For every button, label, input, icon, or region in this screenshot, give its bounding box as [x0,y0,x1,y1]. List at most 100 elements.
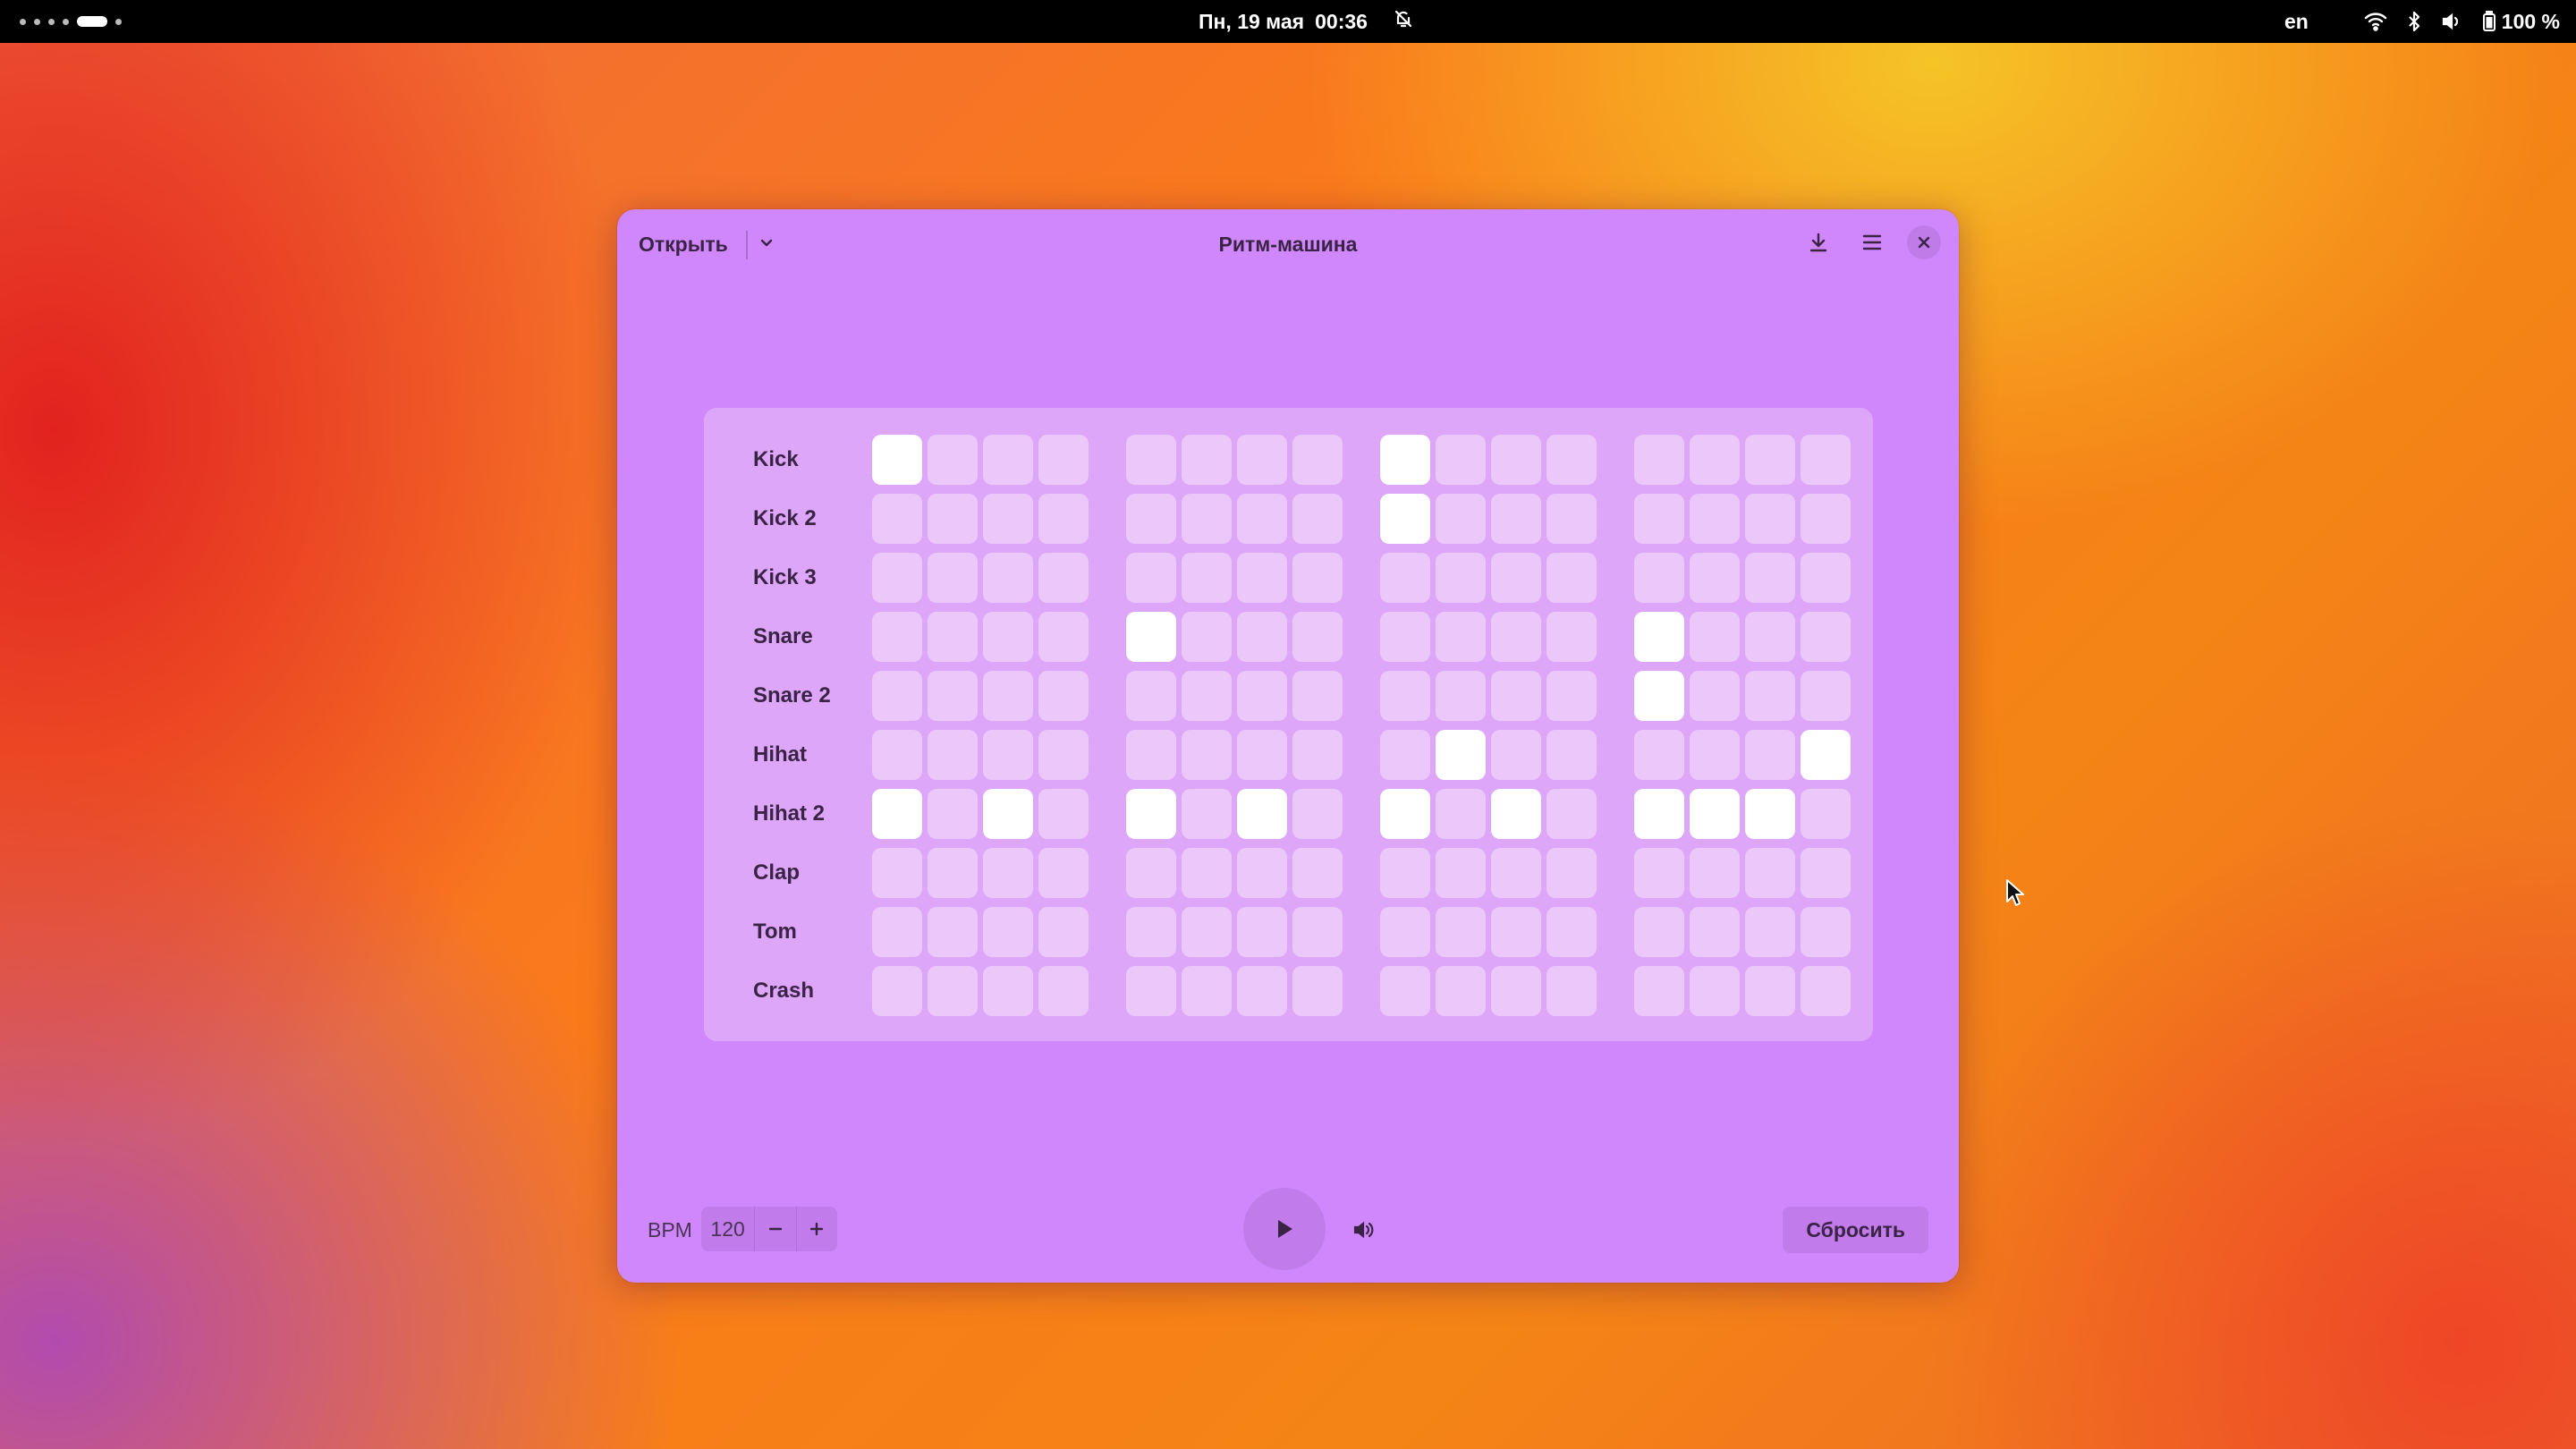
step-toggle[interactable] [1182,907,1232,957]
step-toggle[interactable] [928,494,978,544]
step-toggle[interactable] [1546,553,1597,603]
step-toggle[interactable] [1126,435,1176,485]
step-toggle[interactable] [1634,494,1684,544]
step-toggle[interactable] [872,553,922,603]
step-toggle[interactable] [1292,612,1343,662]
step-toggle[interactable] [1546,789,1597,839]
step-toggle[interactable] [1745,966,1795,1016]
step-toggle[interactable] [928,612,978,662]
step-toggle[interactable] [1491,907,1541,957]
step-toggle[interactable] [1380,848,1430,898]
step-toggle[interactable] [1292,789,1343,839]
step-toggle[interactable] [1690,612,1740,662]
step-toggle[interactable] [1292,671,1343,721]
step-toggle[interactable] [1292,435,1343,485]
step-toggle[interactable] [872,907,922,957]
step-toggle[interactable] [1634,435,1684,485]
step-toggle[interactable] [1237,435,1287,485]
download-button[interactable] [1800,224,1837,261]
step-toggle[interactable] [1380,494,1430,544]
step-toggle[interactable] [1182,671,1232,721]
step-toggle[interactable] [1380,671,1430,721]
step-toggle[interactable] [1491,730,1541,780]
step-toggle[interactable] [1801,435,1851,485]
step-toggle[interactable] [1436,966,1486,1016]
step-toggle[interactable] [1237,789,1287,839]
step-toggle[interactable] [1182,966,1232,1016]
step-toggle[interactable] [1745,612,1795,662]
step-toggle[interactable] [1380,789,1430,839]
step-toggle[interactable] [1237,612,1287,662]
step-toggle[interactable] [928,553,978,603]
step-toggle[interactable] [1690,435,1740,485]
workspace-dot[interactable] [48,18,55,25]
step-toggle[interactable] [872,966,922,1016]
step-toggle[interactable] [1690,907,1740,957]
step-toggle[interactable] [1801,789,1851,839]
step-toggle[interactable] [1380,612,1430,662]
step-toggle[interactable] [1491,612,1541,662]
step-toggle[interactable] [1380,553,1430,603]
system-tray[interactable]: en 100 % [2284,0,2560,43]
step-toggle[interactable] [1038,848,1089,898]
step-toggle[interactable] [1745,553,1795,603]
step-toggle[interactable] [1436,435,1486,485]
step-toggle[interactable] [983,612,1033,662]
step-toggle[interactable] [1237,553,1287,603]
step-toggle[interactable] [1126,848,1176,898]
step-toggle[interactable] [1634,612,1684,662]
step-toggle[interactable] [1801,612,1851,662]
step-toggle[interactable] [1292,907,1343,957]
step-toggle[interactable] [872,730,922,780]
step-toggle[interactable] [1745,730,1795,780]
step-toggle[interactable] [1634,789,1684,839]
step-toggle[interactable] [1182,435,1232,485]
step-toggle[interactable] [1182,612,1232,662]
step-toggle[interactable] [1491,848,1541,898]
step-toggle[interactable] [1546,612,1597,662]
volume-button[interactable] [1343,1209,1385,1250]
step-toggle[interactable] [1237,730,1287,780]
step-toggle[interactable] [1126,907,1176,957]
step-toggle[interactable] [983,553,1033,603]
menu-button[interactable] [1853,224,1891,261]
step-toggle[interactable] [1690,730,1740,780]
step-toggle[interactable] [1690,789,1740,839]
step-toggle[interactable] [872,435,922,485]
step-toggle[interactable] [1182,494,1232,544]
step-toggle[interactable] [1038,671,1089,721]
step-toggle[interactable] [1491,671,1541,721]
step-toggle[interactable] [1182,848,1232,898]
chevron-down-icon[interactable] [758,234,775,255]
step-toggle[interactable] [1801,966,1851,1016]
step-toggle[interactable] [1126,730,1176,780]
step-toggle[interactable] [1436,612,1486,662]
step-toggle[interactable] [1038,553,1089,603]
step-toggle[interactable] [928,435,978,485]
step-toggle[interactable] [1801,907,1851,957]
step-toggle[interactable] [872,789,922,839]
step-toggle[interactable] [1292,848,1343,898]
step-toggle[interactable] [1380,966,1430,1016]
step-toggle[interactable] [1126,671,1176,721]
step-toggle[interactable] [1436,671,1486,721]
step-toggle[interactable] [983,494,1033,544]
step-toggle[interactable] [1436,789,1486,839]
step-toggle[interactable] [1546,671,1597,721]
step-toggle[interactable] [1634,730,1684,780]
clock[interactable]: Пн, 19 мая 00:36 [1199,0,1414,43]
step-toggle[interactable] [1491,494,1541,544]
step-toggle[interactable] [1380,907,1430,957]
step-toggle[interactable] [928,671,978,721]
step-toggle[interactable] [1038,730,1089,780]
step-toggle[interactable] [1436,848,1486,898]
workspace-dot[interactable] [34,18,40,25]
bpm-decrement-button[interactable] [754,1207,795,1251]
step-toggle[interactable] [928,966,978,1016]
step-toggle[interactable] [983,907,1033,957]
step-toggle[interactable] [1745,671,1795,721]
step-toggle[interactable] [1801,730,1851,780]
open-button[interactable]: Открыть [639,227,728,262]
step-toggle[interactable] [1436,553,1486,603]
step-toggle[interactable] [1690,966,1740,1016]
